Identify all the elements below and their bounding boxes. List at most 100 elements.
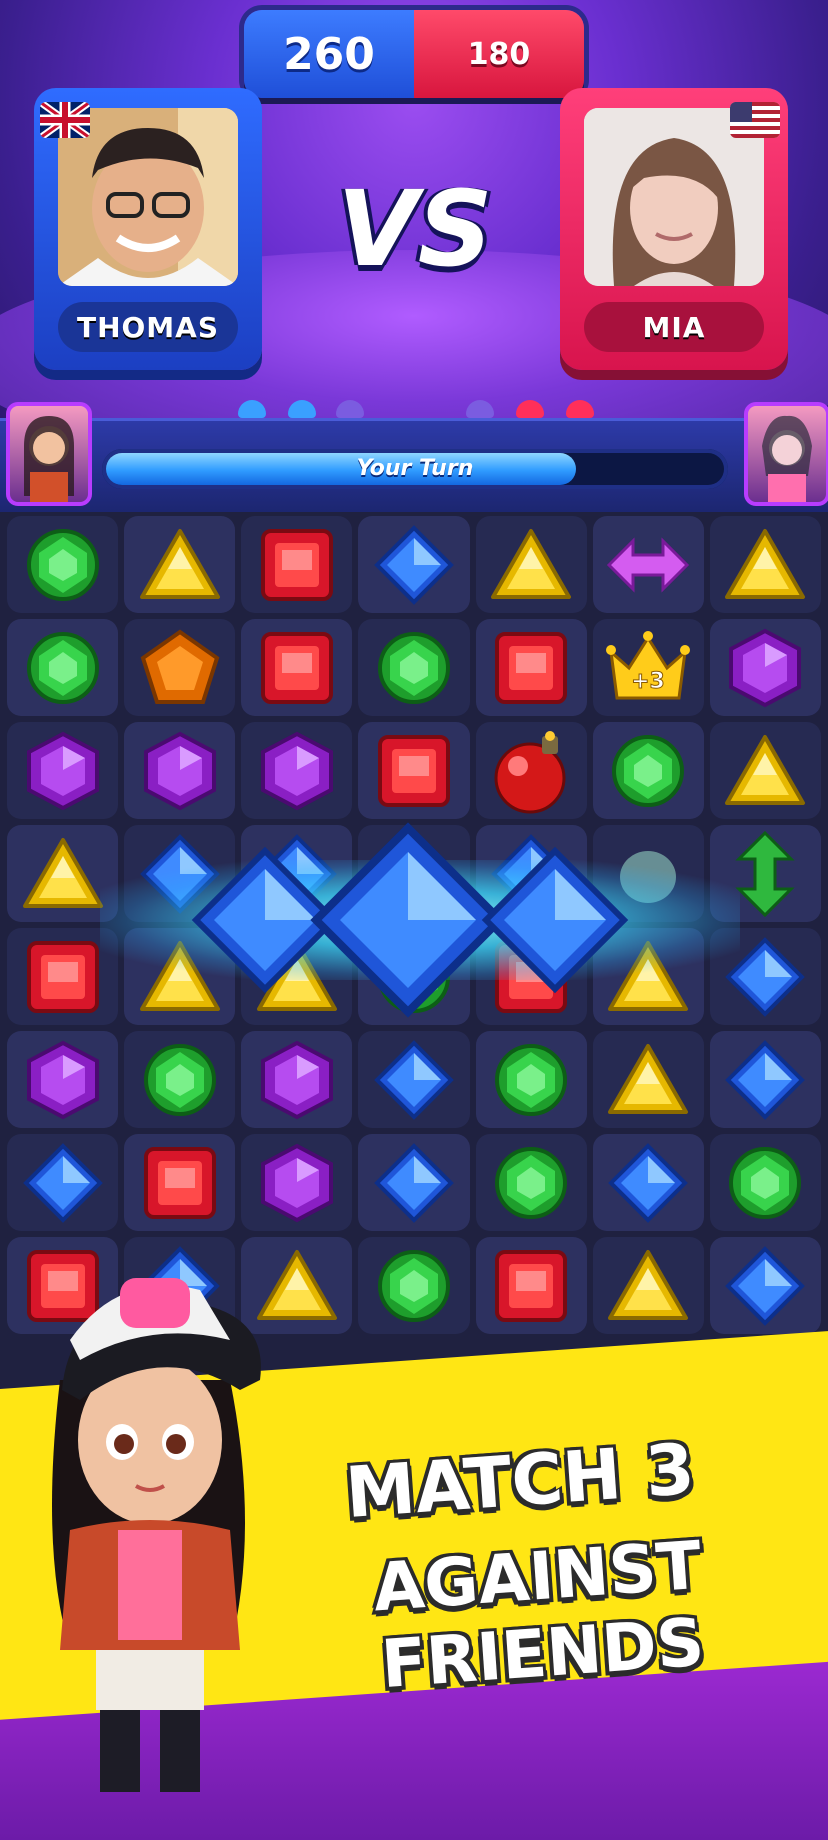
- green-gem-icon: [476, 1031, 587, 1128]
- big-blue-gem: [481, 846, 629, 994]
- board-cell[interactable]: [709, 1134, 821, 1231]
- blue-gem-icon: [710, 1237, 821, 1334]
- svg-text:+3: +3: [631, 669, 665, 694]
- board-cell[interactable]: [241, 516, 353, 613]
- blue-gem-icon: [593, 1134, 704, 1231]
- board-cell[interactable]: [475, 516, 587, 613]
- board-cell[interactable]: [358, 1237, 470, 1334]
- blue-gem-icon: [710, 1031, 821, 1128]
- orange-gem-icon: [124, 619, 235, 716]
- board-cell[interactable]: [124, 1031, 236, 1128]
- board-cell[interactable]: [124, 516, 236, 613]
- red-gem-icon: [476, 619, 587, 716]
- board-cell[interactable]: +3: [592, 619, 704, 716]
- vs-label: VS: [337, 168, 493, 290]
- purple-gem-icon: [241, 722, 352, 819]
- board-cell[interactable]: [7, 619, 119, 716]
- score-right-value: 180: [467, 36, 531, 72]
- turn-timer-bar: Your Turn: [102, 449, 728, 489]
- board-cell[interactable]: [709, 516, 821, 613]
- arrow-h-gem-icon: [593, 516, 704, 613]
- board-cell[interactable]: [475, 1237, 587, 1334]
- board-cell[interactable]: [241, 1031, 353, 1128]
- green-gem-icon: [710, 1134, 821, 1231]
- board-cell[interactable]: [592, 516, 704, 613]
- purple-gem-icon: [124, 722, 235, 819]
- board-cell[interactable]: [358, 619, 470, 716]
- board-cell[interactable]: [709, 1031, 821, 1128]
- yellow-gem-icon: [710, 722, 821, 819]
- mascot-character: [52, 1278, 261, 1792]
- green-gem-icon: [476, 1134, 587, 1231]
- board-cell[interactable]: [7, 1134, 119, 1231]
- purple-gem-icon: [7, 722, 118, 819]
- green-gem-icon: [593, 722, 704, 819]
- player-name-mia: MIA: [642, 310, 706, 344]
- player-card-thomas[interactable]: THOMAS: [34, 88, 262, 370]
- purple-gem-icon: [710, 619, 821, 716]
- green-gem-icon: [124, 1031, 235, 1128]
- green-gem-icon: [358, 1237, 469, 1334]
- board-cell[interactable]: [592, 1134, 704, 1231]
- player-name-thomas: THOMAS: [76, 310, 220, 344]
- green-gem-icon: [7, 516, 118, 613]
- board-cell[interactable]: [709, 619, 821, 716]
- big-blue-gem-center: [310, 822, 506, 1018]
- avatar-right[interactable]: [744, 402, 828, 506]
- red-gem-icon: [241, 619, 352, 716]
- board-cell[interactable]: [7, 1031, 119, 1128]
- board-cell[interactable]: [592, 722, 704, 819]
- score-right: 180: [414, 10, 584, 98]
- score-left: 260: [244, 10, 414, 98]
- yellow-gem-icon: [593, 1031, 704, 1128]
- board-cell[interactable]: [475, 1031, 587, 1128]
- board-cell[interactable]: [241, 619, 353, 716]
- player-name-box-thomas: THOMAS: [58, 302, 238, 352]
- board-cell[interactable]: [592, 1237, 704, 1334]
- green-gem-icon: [358, 619, 469, 716]
- light-red: [566, 400, 594, 418]
- board-cell[interactable]: [241, 1134, 353, 1231]
- crown-gem-icon: +3: [593, 619, 704, 716]
- board-cell[interactable]: [709, 1237, 821, 1334]
- scoreboard: 260 180: [244, 10, 584, 98]
- board-cell[interactable]: [124, 1134, 236, 1231]
- board-cell[interactable]: [358, 722, 470, 819]
- red-gem-icon: [476, 1237, 587, 1334]
- yellow-gem-icon: [593, 1237, 704, 1334]
- light-blue: [288, 400, 316, 418]
- avatar-left[interactable]: [6, 402, 92, 506]
- turn-label: Your Turn: [356, 456, 474, 481]
- board-cell[interactable]: [475, 619, 587, 716]
- blue-gem-icon: [358, 516, 469, 613]
- light-purple: [466, 400, 494, 418]
- uk-flag-icon: [40, 102, 90, 138]
- board-cell[interactable]: [709, 722, 821, 819]
- board-cell[interactable]: [358, 516, 470, 613]
- red-gem-icon: [124, 1134, 235, 1231]
- purple-gem-icon: [241, 1031, 352, 1128]
- board-cell[interactable]: [7, 722, 119, 819]
- score-left-value: 260: [283, 28, 375, 80]
- green-gem-icon: [7, 619, 118, 716]
- purple-gem-icon: [7, 1031, 118, 1128]
- board-cell[interactable]: [358, 1031, 470, 1128]
- board-cell[interactable]: [124, 619, 236, 716]
- board-cell[interactable]: [241, 722, 353, 819]
- turn-bar-panel: Your Turn: [0, 418, 828, 513]
- blue-gem-icon: [358, 1134, 469, 1231]
- yellow-gem-icon: [710, 516, 821, 613]
- board-cell[interactable]: [358, 1134, 470, 1231]
- light-blue: [238, 400, 266, 418]
- purple-gem-icon: [241, 1134, 352, 1231]
- board-cell[interactable]: [475, 1134, 587, 1231]
- bomb-gem-icon: [476, 722, 587, 819]
- player-card-mia[interactable]: MIA: [560, 88, 788, 370]
- board-cell[interactable]: [7, 516, 119, 613]
- board-cell[interactable]: [592, 1031, 704, 1128]
- board-cell[interactable]: [124, 722, 236, 819]
- board-cell[interactable]: [475, 722, 587, 819]
- red-gem-icon: [358, 722, 469, 819]
- blue-gem-icon: [358, 1031, 469, 1128]
- light-red: [516, 400, 544, 418]
